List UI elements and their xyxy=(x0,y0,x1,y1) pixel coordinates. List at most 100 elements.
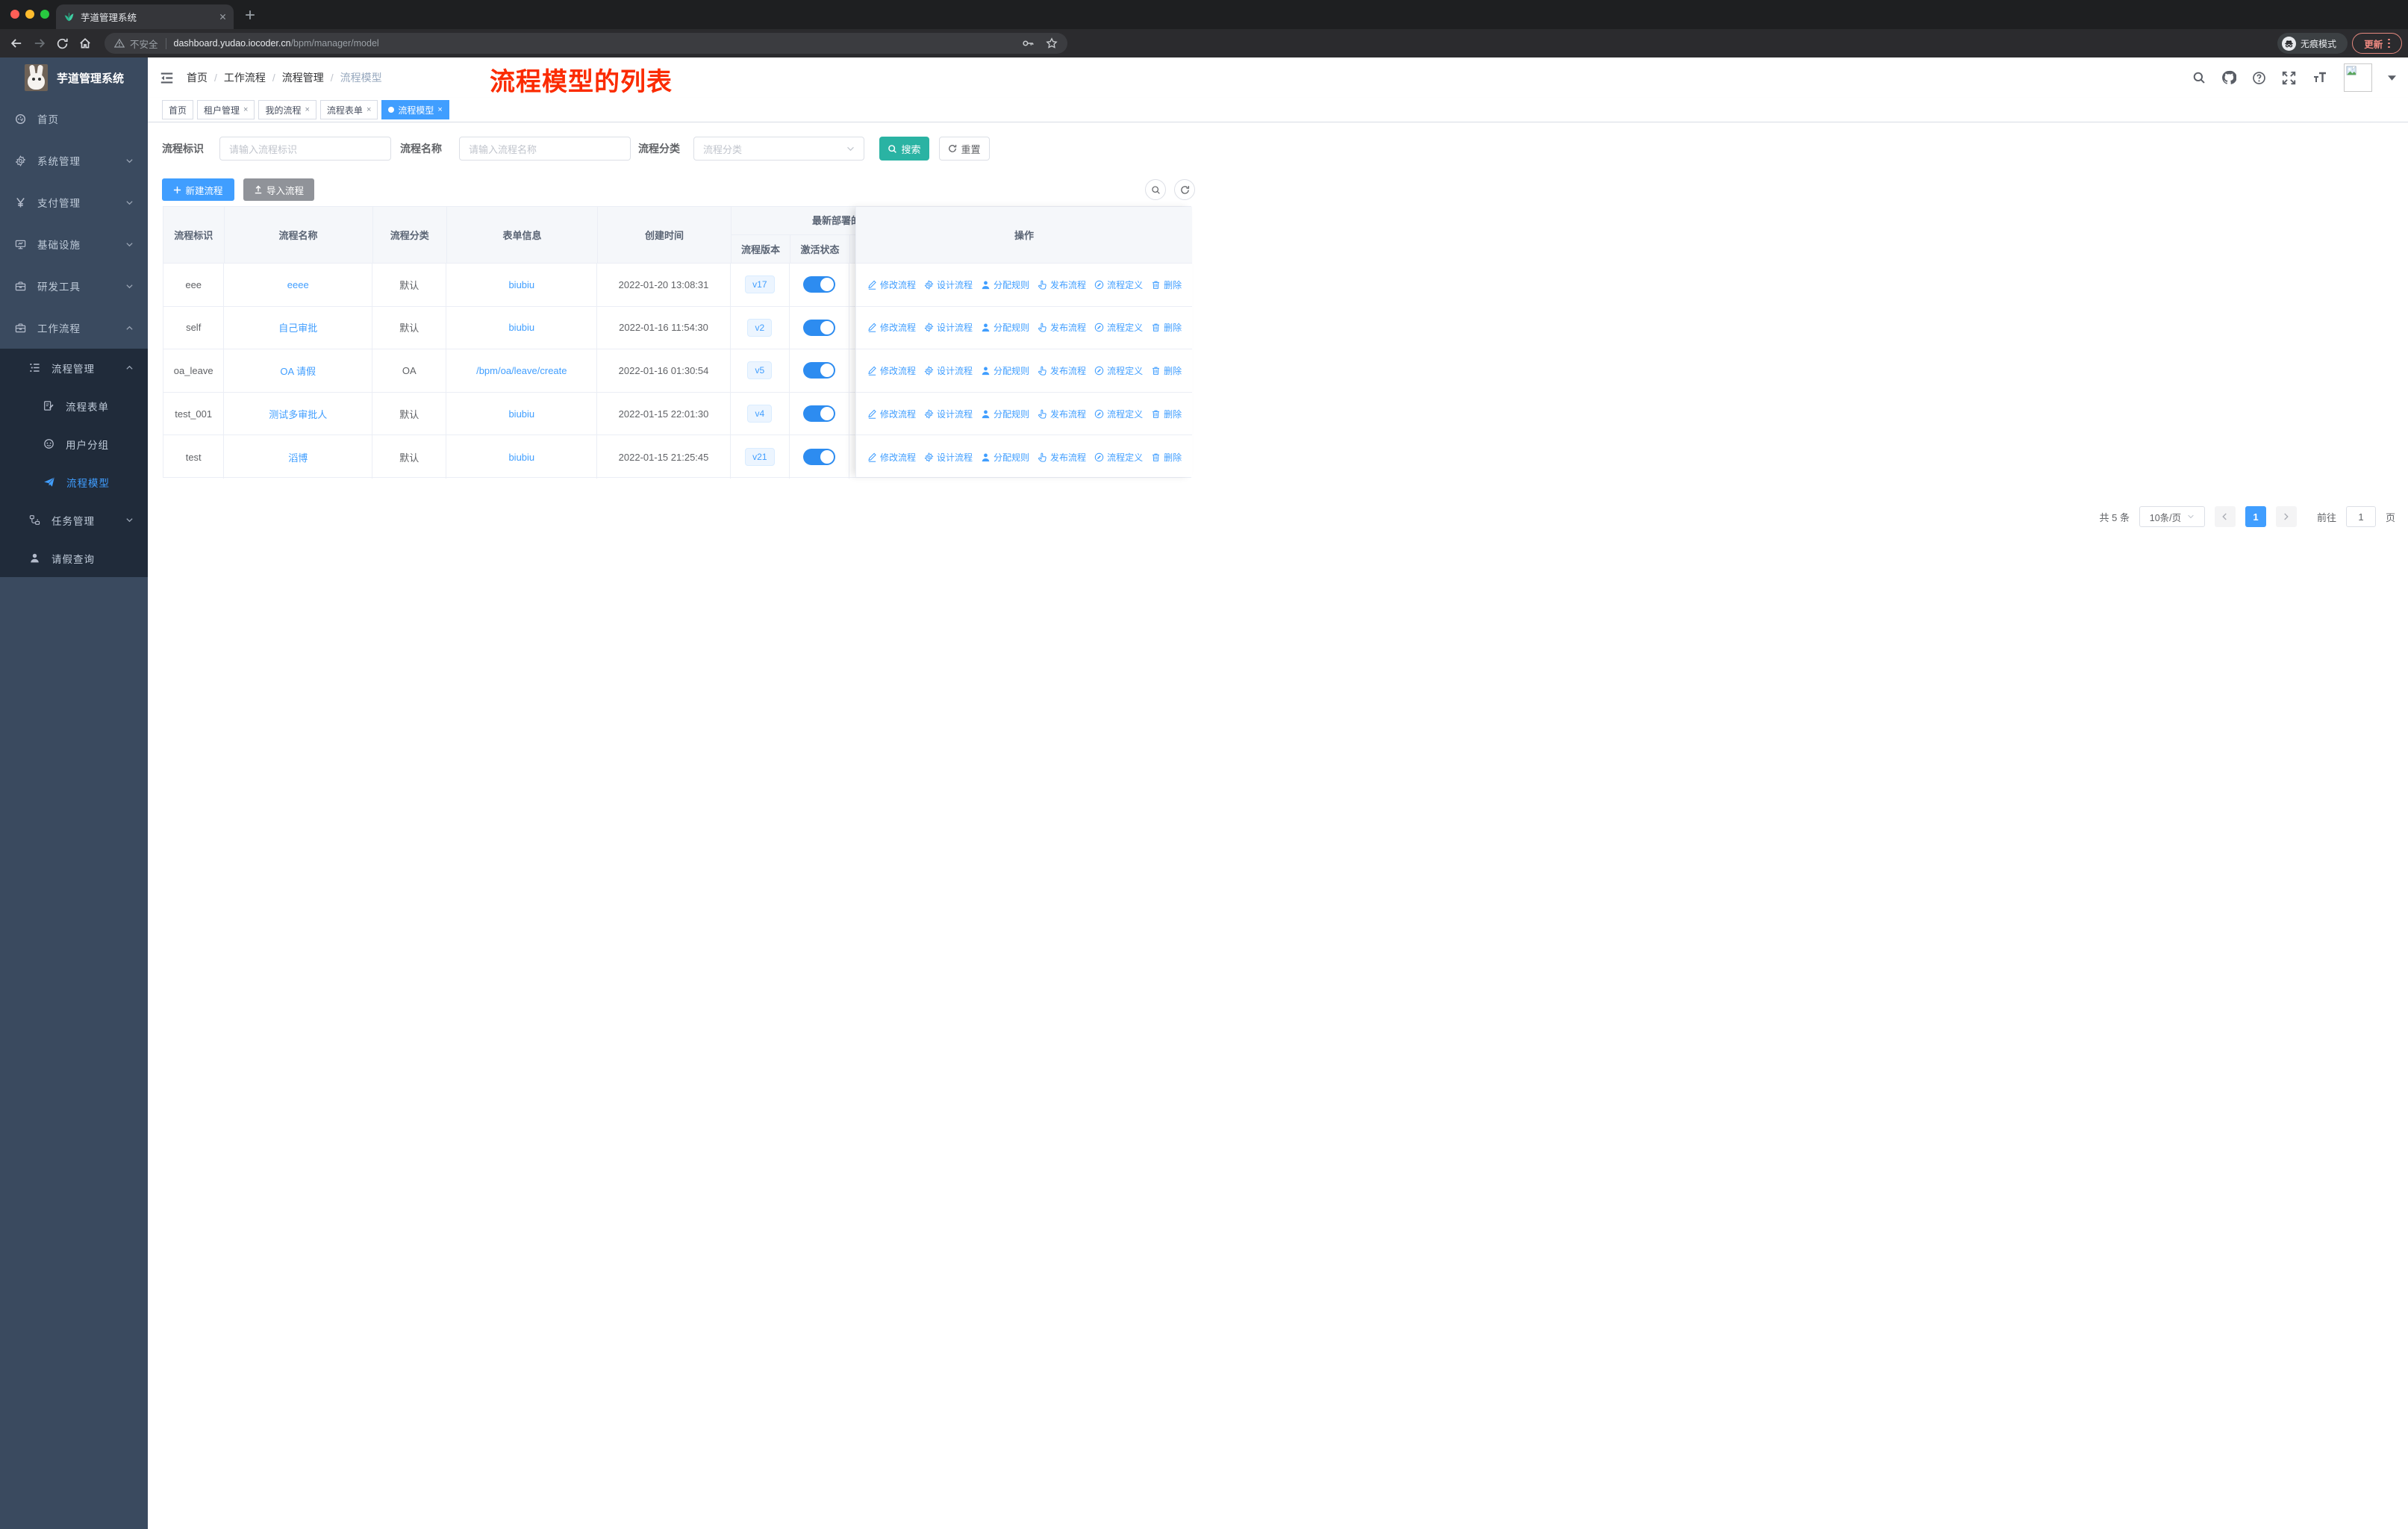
action-design[interactable]: 设计流程 xyxy=(924,278,973,291)
help-icon[interactable] xyxy=(2252,71,2266,85)
macos-minimize-button[interactable] xyxy=(25,10,34,19)
action-publish[interactable]: 发布流程 xyxy=(1038,451,1086,464)
import-process-button[interactable]: 导入流程 xyxy=(243,178,314,201)
create-process-button[interactable]: 新建流程 xyxy=(162,178,234,201)
active-toggle[interactable] xyxy=(802,319,835,336)
breadcrumb-item[interactable]: 工作流程 xyxy=(224,70,266,85)
sidebar-item[interactable]: 研发工具 xyxy=(0,265,148,307)
tag-close-icon[interactable]: × xyxy=(437,105,442,114)
cell-form-link[interactable]: /bpm/oa/leave/create xyxy=(476,365,567,376)
page-size-select[interactable]: 10条/页 xyxy=(2139,506,2205,527)
active-toggle[interactable] xyxy=(802,405,835,423)
prev-page-button[interactable] xyxy=(2214,506,2236,527)
action-publish[interactable]: 发布流程 xyxy=(1038,408,1086,420)
action-publish[interactable]: 发布流程 xyxy=(1038,278,1086,291)
tag-item[interactable]: 首页 xyxy=(162,100,194,119)
url-bar[interactable]: 不安全 dashboard.yudao.iocoder.cn /bpm/mana… xyxy=(105,33,1067,54)
action-assign-user[interactable]: 分配规则 xyxy=(981,278,1029,291)
font-size-icon[interactable] xyxy=(2312,71,2328,84)
action-definition[interactable]: 流程定义 xyxy=(1094,451,1143,464)
table-refresh-button[interactable] xyxy=(1174,179,1195,200)
sidebar-item[interactable]: 流程管理 xyxy=(0,349,148,387)
active-toggle[interactable] xyxy=(802,276,835,293)
process-key-input[interactable]: 请输入流程标识 xyxy=(219,137,391,161)
sidebar-item[interactable]: 流程模型 xyxy=(0,463,148,501)
sidebar-item[interactable]: 系统管理 xyxy=(0,140,148,181)
bookmark-star-icon[interactable] xyxy=(1046,37,1058,49)
github-icon[interactable] xyxy=(2221,70,2236,85)
sidebar-item[interactable]: 支付管理 xyxy=(0,181,148,223)
cell-form-link[interactable]: biubiu xyxy=(508,322,534,333)
sidebar-item[interactable]: 请假查询 xyxy=(0,539,148,577)
goto-page-input[interactable] xyxy=(2345,506,2376,527)
action-edit[interactable]: 修改流程 xyxy=(867,278,916,291)
tag-close-icon[interactable]: × xyxy=(366,105,371,114)
browser-update-button[interactable]: 更新 xyxy=(2352,33,2402,54)
new-tab-icon[interactable] xyxy=(243,8,256,21)
tag-item[interactable]: 租户管理 × xyxy=(197,100,255,119)
logo-row[interactable]: 芋道管理系统 xyxy=(0,57,148,98)
cell-name-link[interactable]: 自己审批 xyxy=(278,320,317,334)
tag-item[interactable]: 我的流程 × xyxy=(258,100,316,119)
back-icon[interactable] xyxy=(10,37,23,50)
cell-form-link[interactable]: biubiu xyxy=(508,279,534,290)
action-definition[interactable]: 流程定义 xyxy=(1094,278,1143,291)
sidebar-item[interactable]: 流程表单 xyxy=(0,387,148,425)
avatar[interactable] xyxy=(2344,63,2372,92)
category-select[interactable]: 流程分类 xyxy=(693,137,864,161)
action-design[interactable]: 设计流程 xyxy=(924,364,973,377)
action-publish[interactable]: 发布流程 xyxy=(1038,321,1086,334)
reset-button[interactable]: 重置 xyxy=(939,137,990,161)
tag-close-icon[interactable]: × xyxy=(243,105,248,114)
search-button[interactable]: 搜索 xyxy=(879,137,929,161)
action-assign-user[interactable]: 分配规则 xyxy=(981,321,1029,334)
action-delete[interactable]: 删除 xyxy=(1151,278,1182,291)
action-design[interactable]: 设计流程 xyxy=(924,451,973,464)
cell-form-link[interactable]: biubiu xyxy=(508,452,534,463)
action-assign-user[interactable]: 分配规则 xyxy=(981,364,1029,377)
process-name-input[interactable]: 请输入流程名称 xyxy=(459,137,631,161)
search-icon[interactable] xyxy=(2192,71,2206,84)
action-assign-user[interactable]: 分配规则 xyxy=(981,451,1029,464)
action-edit[interactable]: 修改流程 xyxy=(867,321,916,334)
tag-close-icon[interactable]: × xyxy=(305,105,309,114)
tag-active[interactable]: 流程模型 × xyxy=(381,100,449,119)
page-number-button[interactable]: 1 xyxy=(2245,506,2266,527)
key-icon[interactable] xyxy=(1022,37,1034,49)
cell-name-link[interactable]: OA 请假 xyxy=(280,364,316,378)
action-edit[interactable]: 修改流程 xyxy=(867,408,916,420)
breadcrumb-item[interactable]: 流程管理 xyxy=(282,70,324,85)
sidebar-collapse-icon[interactable] xyxy=(160,71,174,85)
action-delete[interactable]: 删除 xyxy=(1151,408,1182,420)
cell-name-link[interactable]: 测试多审批人 xyxy=(269,407,327,421)
sidebar-item[interactable]: 基础设施 xyxy=(0,223,148,265)
action-edit[interactable]: 修改流程 xyxy=(867,451,916,464)
active-toggle[interactable] xyxy=(802,362,835,379)
action-assign-user[interactable]: 分配规则 xyxy=(981,408,1029,420)
browser-menu-icon[interactable] xyxy=(2388,38,2390,49)
tab-close-icon[interactable] xyxy=(219,13,226,20)
sidebar-item[interactable]: 首页 xyxy=(0,98,148,140)
fullscreen-icon[interactable] xyxy=(2282,71,2296,85)
macos-close-button[interactable] xyxy=(10,10,19,19)
action-edit[interactable]: 修改流程 xyxy=(867,364,916,377)
sidebar-item[interactable]: 任务管理 xyxy=(0,501,148,539)
action-design[interactable]: 设计流程 xyxy=(924,408,973,420)
reload-icon[interactable] xyxy=(56,37,69,50)
action-definition[interactable]: 流程定义 xyxy=(1094,408,1143,420)
action-delete[interactable]: 删除 xyxy=(1151,321,1182,334)
action-definition[interactable]: 流程定义 xyxy=(1094,321,1143,334)
home-icon[interactable] xyxy=(78,37,92,50)
cell-name-link[interactable]: 滔博 xyxy=(288,450,308,464)
forward-icon[interactable] xyxy=(33,37,46,50)
cell-form-link[interactable]: biubiu xyxy=(508,408,534,420)
action-delete[interactable]: 删除 xyxy=(1151,451,1182,464)
breadcrumb-item[interactable]: 首页 xyxy=(187,70,208,85)
next-page-button[interactable] xyxy=(2275,506,2297,527)
action-delete[interactable]: 删除 xyxy=(1151,364,1182,377)
action-design[interactable]: 设计流程 xyxy=(924,321,973,334)
action-publish[interactable]: 发布流程 xyxy=(1038,364,1086,377)
sidebar-item[interactable]: 工作流程 xyxy=(0,307,148,349)
browser-tab[interactable]: 芋道管理系统 xyxy=(56,4,234,29)
macos-zoom-button[interactable] xyxy=(40,10,49,19)
